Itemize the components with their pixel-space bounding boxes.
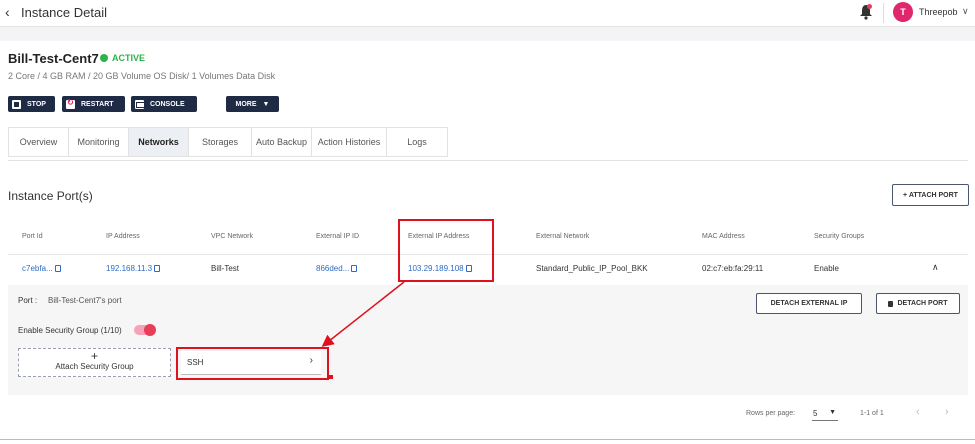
rows-per-page-select[interactable]: 5 ▼	[812, 407, 838, 421]
rows-per-page-value: 5	[813, 409, 818, 418]
stop-icon	[12, 99, 21, 109]
instance-spec: 2 Core / 4 GB RAM / 20 GB Volume OS Disk…	[8, 71, 276, 81]
security-group-toggle[interactable]	[134, 324, 156, 336]
column-header-mac-address: MAC Address	[702, 233, 745, 240]
column-header-ip-address: IP Address	[106, 233, 140, 240]
column-header-port-id: Port Id	[22, 233, 43, 240]
security-group-label: Enable Security Group (1/10)	[18, 326, 122, 335]
tab-auto-backup[interactable]: Auto Backup	[252, 128, 312, 156]
port-label: Port :	[18, 296, 38, 305]
external-network-cell: Standard_Public_IP_Pool_BKK	[536, 264, 648, 273]
status-badge: ACTIVE	[112, 53, 146, 63]
external-ip-id-cell[interactable]: 866ded...	[316, 264, 358, 273]
security-groups-cell: Enable	[814, 264, 839, 273]
trash-icon	[888, 300, 894, 307]
detach-external-ip-button[interactable]: DETACH EXTERNAL IP	[756, 293, 862, 314]
stop-button[interactable]: STOP	[8, 96, 55, 112]
user-name[interactable]: Threepob	[919, 7, 958, 17]
chevron-left-icon[interactable]: ‹	[5, 4, 10, 20]
ip-address-text[interactable]: 192.168.11.3	[106, 264, 152, 273]
column-header-vpc-network: VPC Network	[211, 233, 254, 240]
copy-icon[interactable]	[154, 265, 161, 272]
column-header-external-network: External Network	[536, 233, 590, 240]
section-title: Instance Port(s)	[8, 189, 93, 203]
pagination-range: 1-1 of 1	[860, 410, 884, 417]
more-button[interactable]: MORE ▼	[226, 96, 279, 112]
chevron-up-icon[interactable]: ∧	[932, 262, 939, 273]
toggle-knob	[144, 324, 156, 336]
caret-down-icon: ▼	[829, 409, 836, 416]
chevron-down-icon[interactable]: ∨	[962, 6, 969, 17]
column-header-external-ip-id: External IP ID	[316, 233, 360, 240]
caret-down-icon: ▼	[262, 100, 270, 108]
external-ip-id-text[interactable]: 866ded...	[316, 264, 349, 273]
console-button-label: CONSOLE	[150, 100, 185, 108]
divider	[8, 160, 968, 161]
avatar[interactable]: T	[893, 2, 913, 22]
attach-security-group-label: Attach Security Group	[55, 362, 134, 371]
instance-name: Bill-Test-Cent7	[8, 51, 99, 66]
restart-icon	[66, 98, 75, 109]
copy-icon[interactable]	[351, 265, 358, 272]
annotation-highlight-box	[398, 219, 494, 282]
attach-security-group-button[interactable]: + Attach Security Group	[18, 348, 171, 377]
port-id-cell[interactable]: c7ebfa...	[22, 264, 61, 273]
detach-port-label: DETACH PORT	[897, 300, 948, 307]
header-spacer	[0, 27, 975, 41]
rows-per-page-label: Rows per page:	[746, 410, 796, 417]
ip-address-cell[interactable]: 192.168.11.3	[106, 264, 161, 273]
console-icon	[135, 99, 145, 109]
status-dot-icon	[100, 54, 108, 62]
annotation-highlight-box	[176, 347, 329, 380]
console-button[interactable]: CONSOLE	[131, 96, 197, 112]
restart-button-label: RESTART	[81, 100, 114, 108]
copy-icon[interactable]	[54, 265, 61, 272]
detach-port-button[interactable]: DETACH PORT	[876, 293, 960, 314]
port-name: Bill-Test-Cent7's port	[48, 296, 122, 305]
notification-badge	[867, 4, 872, 9]
tab-networks[interactable]: Networks	[129, 128, 189, 156]
chevron-right-icon[interactable]: ›	[945, 406, 949, 418]
divider	[0, 439, 975, 440]
annotation-marker	[329, 375, 333, 379]
mac-address-cell: 02:c7:eb:fa:29:11	[702, 264, 764, 273]
port-id-text[interactable]: c7ebfa...	[22, 264, 53, 273]
stop-button-label: STOP	[27, 100, 46, 108]
attach-port-button[interactable]: + ATTACH PORT	[892, 184, 969, 206]
tab-storages[interactable]: Storages	[189, 128, 252, 156]
vpc-network-cell: Bill-Test	[211, 264, 240, 273]
top-bar: ‹ Instance Detail T Threepob ∨	[0, 0, 975, 27]
tab-overview[interactable]: Overview	[9, 128, 69, 156]
tab-bar: Overview Monitoring Networks Storages Au…	[8, 127, 448, 157]
chevron-left-icon[interactable]: ‹	[916, 406, 920, 418]
column-header-security-groups: Security Groups	[814, 233, 865, 240]
plus-icon: +	[90, 349, 98, 363]
page-title: Instance Detail	[21, 5, 107, 20]
tab-logs[interactable]: Logs	[387, 128, 447, 156]
divider	[883, 3, 884, 23]
more-button-label: MORE	[235, 100, 257, 108]
tab-monitoring[interactable]: Monitoring	[69, 128, 129, 156]
restart-button[interactable]: RESTART	[62, 96, 125, 112]
tab-action-histories[interactable]: Action Histories	[312, 128, 387, 156]
